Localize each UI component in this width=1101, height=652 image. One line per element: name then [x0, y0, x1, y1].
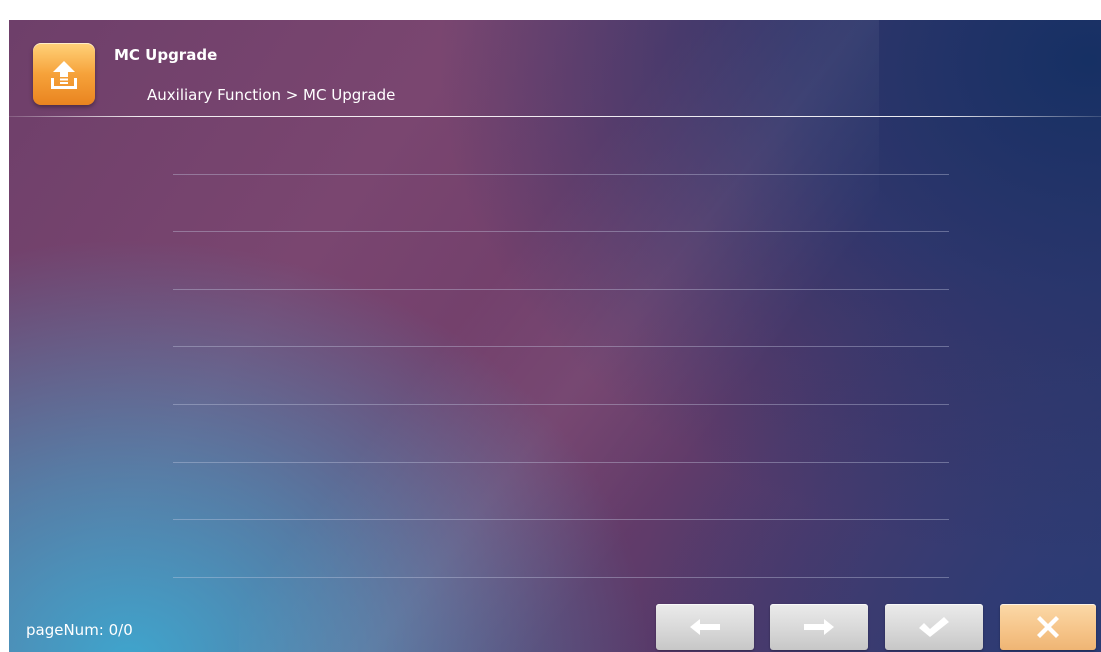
check-icon: [919, 617, 949, 637]
page-number: pageNum: 0/0: [26, 621, 133, 639]
upgrade-file-list: [173, 117, 949, 578]
list-item[interactable]: [173, 463, 949, 521]
close-icon: [1037, 616, 1059, 638]
list-item[interactable]: [173, 232, 949, 290]
list-item[interactable]: [173, 520, 949, 578]
previous-page-button[interactable]: [656, 604, 754, 650]
app-screen: MC Upgrade Auxiliary Function > MC Upgra…: [9, 20, 1101, 652]
cancel-button[interactable]: [1000, 604, 1096, 650]
upload-icon: [33, 43, 95, 105]
list-item[interactable]: [173, 405, 949, 463]
list-item[interactable]: [173, 117, 949, 175]
list-item[interactable]: [173, 347, 949, 405]
confirm-button[interactable]: [885, 604, 983, 650]
arrow-right-icon: [804, 619, 834, 635]
breadcrumb: Auxiliary Function > MC Upgrade: [147, 86, 396, 104]
page-title: MC Upgrade: [114, 46, 218, 64]
list-item[interactable]: [173, 175, 949, 233]
arrow-left-icon: [690, 619, 720, 635]
next-page-button[interactable]: [770, 604, 868, 650]
list-item[interactable]: [173, 290, 949, 348]
